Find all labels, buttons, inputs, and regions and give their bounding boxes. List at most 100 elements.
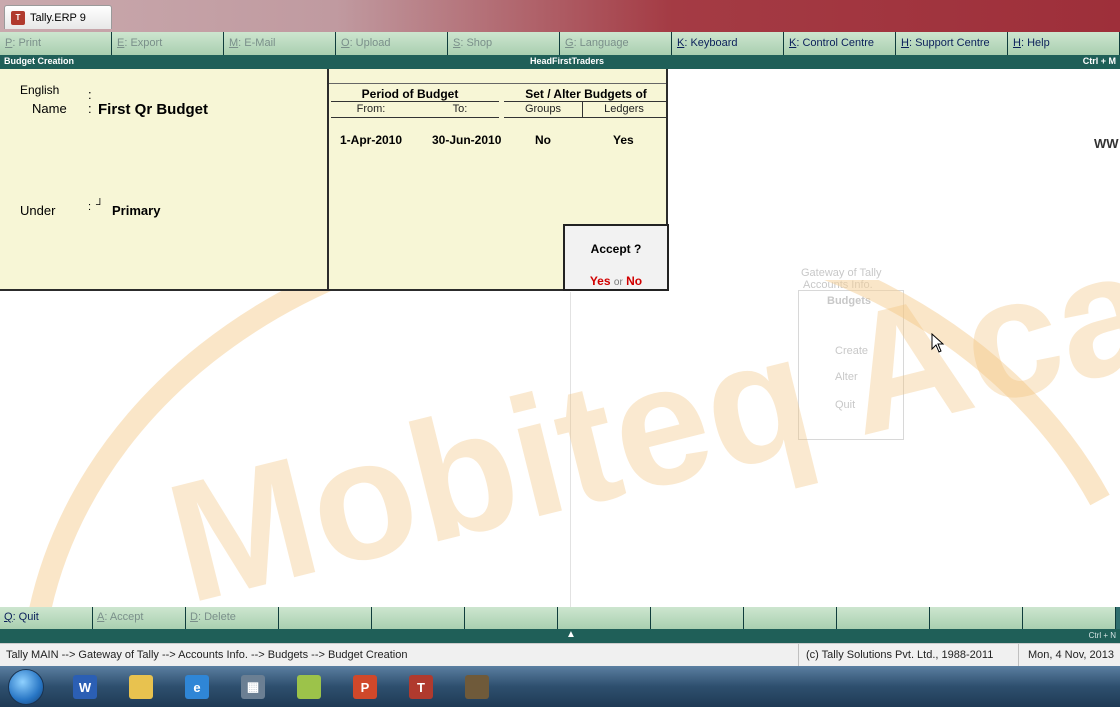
status-bar: Tally MAIN --> Gateway of Tally --> Acco… [0, 643, 1120, 667]
ghost-line: Gateway of Tally [801, 267, 882, 279]
ledgers-label: Ledgers [604, 103, 644, 115]
word-icon: W [73, 675, 97, 699]
top-button-language[interactable]: G: Language [560, 32, 672, 55]
accept-yes-option[interactable]: Yes [590, 274, 611, 288]
taskbar-item[interactable]: ▦ [232, 671, 274, 703]
company-name: HeadFirstTraders [530, 56, 605, 66]
start-button[interactable] [8, 669, 44, 705]
bottom-button-empty[interactable] [744, 607, 837, 629]
tally-erp-icon: T [409, 675, 433, 699]
notepad-icon [297, 675, 321, 699]
budget-name-field[interactable]: First Qr Budget [98, 101, 208, 118]
button-hotkey: G [565, 37, 574, 49]
taskbar-item[interactable] [456, 671, 498, 703]
tally-app-icon: T [11, 10, 25, 25]
copyright-text: (c) Tally Solutions Pvt. Ltd., 1988-2011 [806, 649, 994, 661]
top-button-shop[interactable]: S: Shop [448, 32, 560, 55]
button-label: : Quit [12, 611, 39, 623]
bottom-button-empty[interactable] [1023, 607, 1116, 629]
accept-no-option[interactable]: No [626, 274, 642, 288]
bottom-button-empty[interactable] [558, 607, 651, 629]
from-date-field[interactable]: 1-Apr-2010 [340, 133, 402, 147]
to-date-field[interactable]: 30-Jun-2010 [432, 133, 501, 147]
ghost-title: Budgets [827, 295, 871, 307]
taskbar-item[interactable]: e [176, 671, 218, 703]
top-button-bar: P: Print E: Export M: E-Mail O: Upload S: Sh… [0, 32, 1120, 55]
divider-line [570, 292, 571, 607]
scroll-up-icon[interactable]: ▲ [566, 629, 576, 640]
bottom-button-empty[interactable] [465, 607, 558, 629]
button-label: : Control Centre [796, 37, 874, 49]
window-title: Tally.ERP 9 [30, 11, 86, 24]
taskbar-item[interactable] [120, 671, 162, 703]
header-strip: Budget Creation HeadFirstTraders Ctrl + … [0, 55, 1120, 69]
top-button-print[interactable]: P: Print [0, 32, 112, 55]
internet-explorer-icon: e [185, 675, 209, 699]
from-label: From: [356, 103, 386, 115]
groups-field[interactable]: No [535, 133, 551, 147]
bottom-button-empty[interactable] [279, 607, 372, 629]
bottom-button-empty[interactable] [837, 607, 930, 629]
button-hotkey: Q [4, 611, 13, 623]
shortcut-hint: Ctrl + M [1082, 56, 1116, 66]
under-colon: : [88, 201, 92, 213]
calculator-icon: ▦ [241, 675, 265, 699]
set-alter-bottom-line [504, 117, 666, 118]
taskbar: We ▦ P T [0, 666, 1120, 707]
top-button-help[interactable]: H: Help [1008, 32, 1120, 55]
status-divider [1018, 644, 1019, 667]
ghost-budgets-menu: Gateway of Tally Accounts Info. Budgets … [798, 267, 904, 440]
under-field[interactable]: Primary [112, 203, 160, 218]
ctrl-n-hint: Ctrl + N [1088, 631, 1116, 640]
screen-title: Budget Creation [4, 56, 75, 66]
button-label: : Accept [104, 611, 144, 623]
www-fragment: WW [1094, 136, 1119, 151]
language-label: English [20, 83, 60, 97]
taskbar-item[interactable]: T [400, 671, 442, 703]
bottom-button-empty[interactable] [651, 607, 744, 629]
form-divider [327, 69, 329, 289]
button-hotkey: O [341, 37, 350, 49]
breadcrumb: Tally MAIN --> Gateway of Tally --> Acco… [6, 649, 408, 661]
bottom-button-quit[interactable]: Q: Quit [0, 607, 93, 629]
list-marker-icon: ┘ [96, 199, 104, 211]
date-display: Mon, 4 Nov, 2013 [1028, 649, 1115, 661]
window-title-bar[interactable]: T Tally.ERP 9 [0, 0, 1120, 32]
ledgers-field[interactable]: Yes [613, 133, 634, 147]
top-button-e-mail[interactable]: M: E-Mail [224, 32, 336, 55]
bottom-button-empty[interactable] [930, 607, 1023, 629]
accept-or: or [613, 277, 623, 288]
accept-title: Accept ? [590, 242, 642, 256]
language-colon: : [88, 87, 92, 102]
button-label: : E-Mail [238, 37, 276, 49]
under-label: Under [20, 203, 56, 218]
taskbar-item[interactable] [288, 671, 330, 703]
bottom-button-bar: Q: Quit A: Accept D: Delete [0, 607, 1120, 629]
desktop-tool-icon [465, 675, 489, 699]
top-button-support-centre[interactable]: H: Support Centre [896, 32, 1008, 55]
top-button-export[interactable]: E: Export [112, 32, 224, 55]
button-label: : Shop [460, 37, 493, 49]
status-divider [798, 644, 799, 667]
taskbar-item[interactable]: P [344, 671, 386, 703]
button-label: : Delete [197, 611, 236, 623]
button-hotkey: M [229, 37, 239, 49]
button-label: : Language [573, 37, 629, 49]
bottom-strip: ▲ Ctrl + N [0, 629, 1120, 643]
taskbar-item[interactable]: W [64, 671, 106, 703]
period-bottom-line [331, 117, 499, 118]
to-label: To: [452, 103, 468, 115]
button-hotkey: H [1013, 37, 1021, 49]
top-button-upload[interactable]: O: Upload [336, 32, 448, 55]
top-button-keyboard[interactable]: K: Keyboard [672, 32, 784, 55]
app-tab[interactable]: T Tally.ERP 9 [4, 5, 112, 29]
top-button-control-centre[interactable]: K: Control Centre [784, 32, 896, 55]
button-label: : Export [124, 37, 163, 49]
button-label: : Help [1020, 37, 1050, 49]
name-colon: : [88, 101, 92, 116]
ghost-item: Alter [835, 371, 858, 383]
set-alter-header: Set / Alter Budgets of [525, 87, 647, 101]
bottom-button-accept[interactable]: A: Accept [93, 607, 186, 629]
bottom-button-empty[interactable] [372, 607, 465, 629]
bottom-button-delete[interactable]: D: Delete [186, 607, 279, 629]
